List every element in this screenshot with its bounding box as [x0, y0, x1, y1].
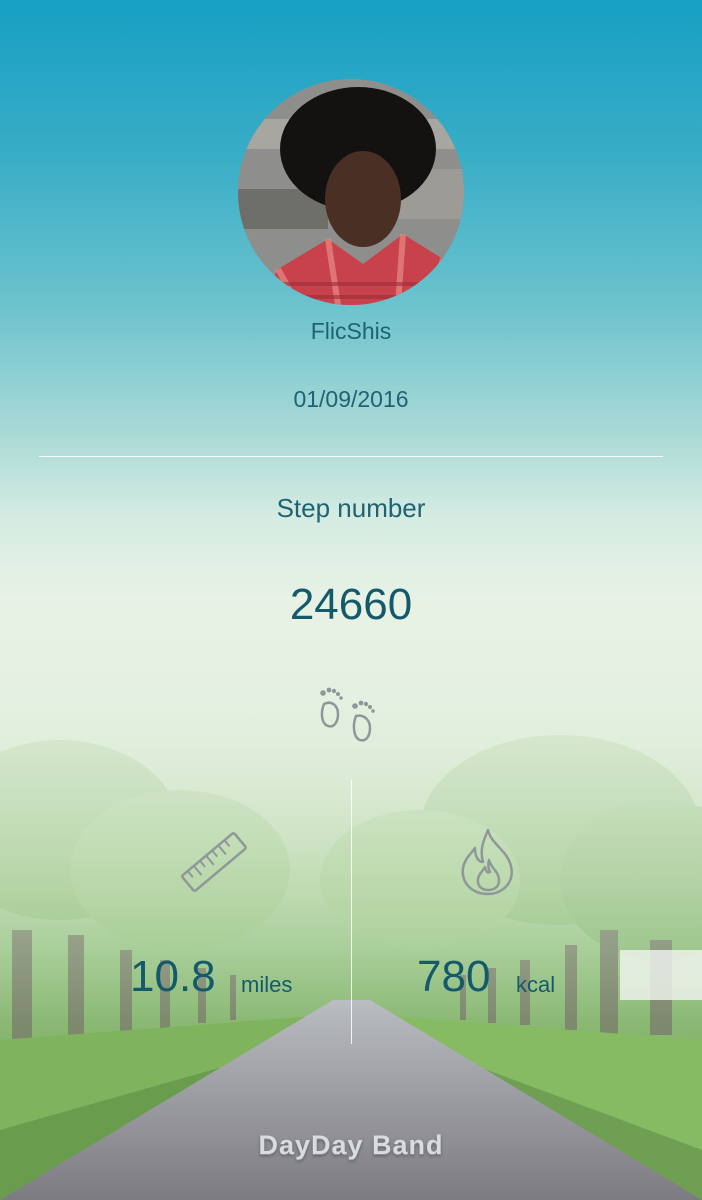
- flame-icon: [461, 828, 513, 896]
- date-label[interactable]: 01/09/2016: [0, 386, 702, 413]
- stats-divider: [351, 780, 352, 1044]
- divider: [39, 456, 663, 457]
- ruler-icon: [181, 832, 247, 892]
- app-screen: FlicShis 01/09/2016 Step number 24660 10…: [0, 0, 702, 1200]
- brand-logo: DayDay Band: [258, 1130, 444, 1160]
- avatar[interactable]: [238, 79, 464, 305]
- calories-unit: kcal: [516, 972, 556, 997]
- step-count-value: 24660: [289, 580, 413, 629]
- username: FlicShis: [310, 318, 392, 344]
- distance-value: 10.8: [130, 952, 216, 1001]
- user-photo: [238, 79, 464, 305]
- step-number-label: Step number: [276, 493, 426, 523]
- distance-unit: miles: [241, 972, 293, 997]
- footprints-icon: [320, 687, 375, 742]
- calories-value: 780: [417, 952, 491, 1001]
